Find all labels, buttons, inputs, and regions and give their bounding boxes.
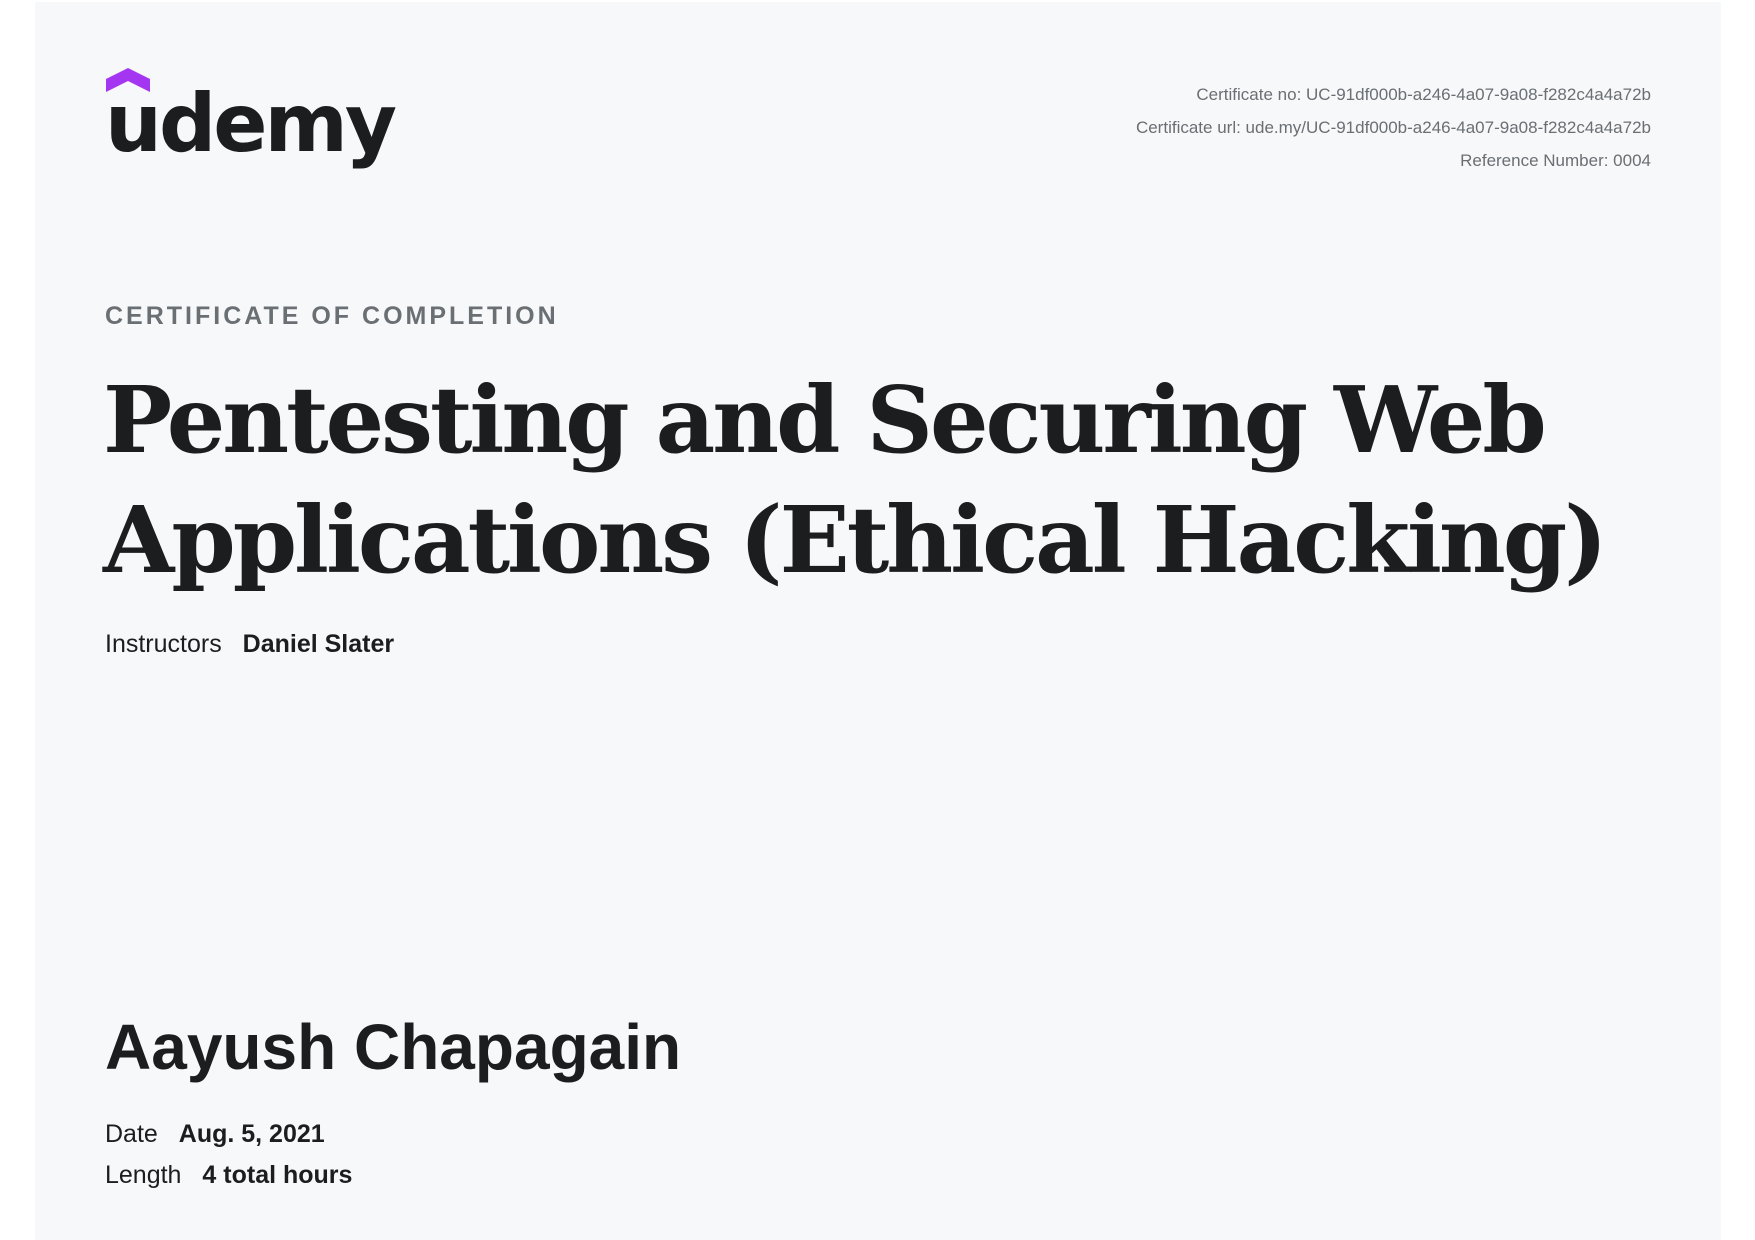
length-value: 4 total hours [202,1161,353,1189]
instructors-value: Daniel Slater [242,630,395,658]
length-label: Length [105,1161,182,1189]
course-title: Pentesting and Securing Web Applications… [103,366,1608,594]
certificate-number: Certificate no: UC-91df000b-a246-4a07-9a… [1196,85,1651,104]
date-row: Date Aug. 5, 2021 [105,1120,325,1149]
length-row: Length 4 total hours [105,1161,352,1190]
instructors-row: Instructors Daniel Slater [105,630,394,659]
udemy-logo: udemy [105,68,405,182]
certificate-heading: CERTIFICATE OF COMPLETION [105,302,559,330]
certificate-sheet: udemy Certificate no: UC-91df000b-a246-4… [35,2,1721,1240]
certificate-url: Certificate url: ude.my/UC-91df000b-a246… [1135,118,1651,137]
reference-number: Reference Number: 0004 [1460,151,1651,170]
date-label: Date [105,1120,158,1148]
logo-wordmark: udemy [105,77,397,170]
certificate-meta: Certificate no: UC-91df000b-a246-4a07-9a… [1136,78,1651,177]
udemy-logo-icon [106,68,150,94]
date-value: Aug. 5, 2021 [178,1120,325,1148]
recipient-name: Aayush Chapagain [105,1011,682,1083]
instructors-label: Instructors [105,630,222,658]
